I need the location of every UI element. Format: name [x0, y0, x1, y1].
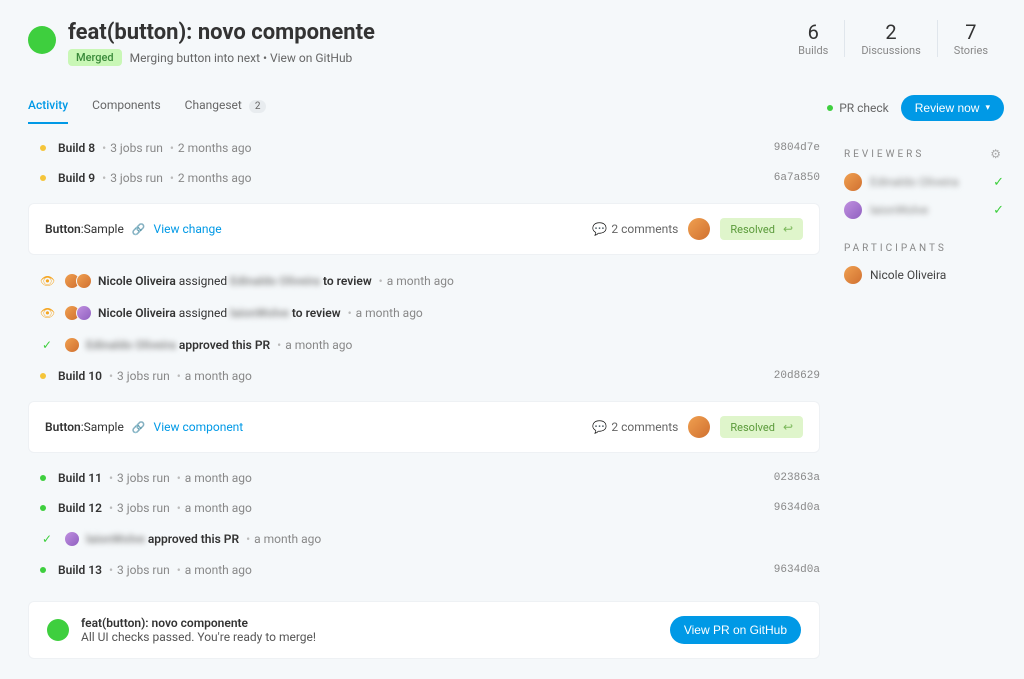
check-icon: ✓ [993, 203, 1004, 218]
activity-feed: Build 8 •3 jobs run •2 months ago 9804d7… [28, 133, 820, 659]
comment-icon: 💬 [592, 420, 607, 434]
build-row[interactable]: Build 8 •3 jobs run •2 months ago 9804d7… [28, 133, 820, 163]
comment-icon: 💬 [592, 222, 607, 236]
assign-row: 👁 Nicole Oliveira assigned laionWolve to… [28, 297, 820, 329]
commit-hash: 6a7a850 [774, 172, 820, 184]
commit-hash: 023863a [774, 472, 820, 484]
commit-hash: 9804d7e [774, 142, 820, 154]
commenter-avatar[interactable] [688, 416, 710, 438]
check-icon: ✓ [40, 532, 54, 546]
participants-heading: PARTICIPANTS [844, 243, 1004, 254]
reviewers-heading: REVIEWERS ⚙ [844, 147, 1004, 161]
build-row[interactable]: Build 11 •3 jobs run •a month ago 023863… [28, 463, 820, 493]
avatar [844, 201, 862, 219]
commit-hash: 9634d0a [774, 564, 820, 576]
avatar [844, 266, 862, 284]
status-dot-icon [40, 567, 46, 573]
avatar [844, 173, 862, 191]
pr-meta-text[interactable]: Merging button into next • View on GitHu… [130, 51, 353, 65]
build-row[interactable]: Build 9 •3 jobs run •2 months ago 6a7a85… [28, 163, 820, 193]
check-icon: ✓ [993, 175, 1004, 190]
view-component-link[interactable]: View component [154, 420, 244, 434]
changeset-count-badge: 2 [249, 100, 267, 113]
footer-avatar [47, 619, 69, 641]
story-card[interactable]: Button:Sample 🔗 View component 💬 2 comme… [28, 401, 820, 453]
view-pr-github-button[interactable]: View PR on GitHub [670, 616, 801, 644]
avatar [76, 305, 92, 321]
eye-icon: 👁 [40, 306, 54, 320]
comments-count[interactable]: 💬 2 comments [592, 420, 678, 434]
undo-icon[interactable]: ↩ [783, 420, 793, 434]
status-dot-icon [40, 373, 46, 379]
check-icon: ✓ [40, 338, 54, 352]
story-card[interactable]: Button:Sample 🔗 View change 💬 2 comments… [28, 203, 820, 255]
avatar [64, 337, 80, 353]
status-dot-icon [827, 105, 833, 111]
pr-meta: Merged Merging button into next • View o… [68, 49, 375, 66]
build-row[interactable]: Build 10 •3 jobs run •a month ago 20d862… [28, 361, 820, 391]
view-change-link[interactable]: View change [154, 222, 222, 236]
undo-icon[interactable]: ↩ [783, 222, 793, 236]
approve-row: ✓ laionWolve approved this PR •a month a… [28, 523, 820, 555]
footer-title: feat(button): novo componente [81, 616, 658, 630]
commit-hash: 20d8629 [774, 370, 820, 382]
gear-icon[interactable]: ⚙ [990, 147, 1004, 161]
resolved-badge[interactable]: Resolved ↩ [720, 416, 803, 438]
reviewer-item[interactable]: laionWolve ✓ [844, 201, 1004, 219]
stats-bar: 6 Builds 2 Discussions 7 Stories [782, 20, 1004, 57]
pr-author-avatar [28, 26, 56, 54]
tab-activity[interactable]: Activity [28, 90, 68, 124]
status-dot-icon [40, 175, 46, 181]
footer-subtitle: All UI checks passed. You're ready to me… [81, 630, 658, 644]
status-dot-icon [40, 145, 46, 151]
merge-footer-card: feat(button): novo componente All UI che… [28, 601, 820, 659]
reviewer-item[interactable]: Edinaldo Oliveira ✓ [844, 173, 1004, 191]
tabs: Activity Components Changeset 2 [28, 90, 266, 125]
build-row[interactable]: Build 12 •3 jobs run •a month ago 9634d0… [28, 493, 820, 523]
stat-stories[interactable]: 7 Stories [937, 20, 1004, 57]
pr-check-status: PR check [827, 101, 889, 115]
chevron-down-icon: ▾ [985, 102, 990, 113]
eye-icon: 👁 [40, 274, 54, 288]
avatar [76, 273, 92, 289]
status-dot-icon [40, 475, 46, 481]
build-row[interactable]: Build 13 •3 jobs run •a month ago 9634d0… [28, 555, 820, 585]
review-now-button[interactable]: Review now ▾ [901, 95, 1004, 121]
commenter-avatar[interactable] [688, 218, 710, 240]
tab-components[interactable]: Components [92, 90, 161, 124]
approve-row: ✓ Edinaldo Oliveira approved this PR •a … [28, 329, 820, 361]
commit-hash: 9634d0a [774, 502, 820, 514]
pr-title: feat(button): novo componente [68, 20, 375, 45]
stat-discussions[interactable]: 2 Discussions [844, 20, 936, 57]
link-icon[interactable]: 🔗 [132, 421, 146, 434]
avatar [64, 531, 80, 547]
sidebar: REVIEWERS ⚙ Edinaldo Oliveira ✓ laionWol… [844, 133, 1004, 659]
participant-item[interactable]: Nicole Oliveira [844, 266, 1004, 284]
comments-count[interactable]: 💬 2 comments [592, 222, 678, 236]
link-icon[interactable]: 🔗 [132, 223, 146, 236]
status-dot-icon [40, 505, 46, 511]
assign-row: 👁 Nicole Oliveira assigned Edinaldo Oliv… [28, 265, 820, 297]
tab-changeset[interactable]: Changeset 2 [185, 90, 267, 124]
resolved-badge[interactable]: Resolved ↩ [720, 218, 803, 240]
stat-builds[interactable]: 6 Builds [782, 20, 844, 57]
merged-badge: Merged [68, 49, 122, 66]
